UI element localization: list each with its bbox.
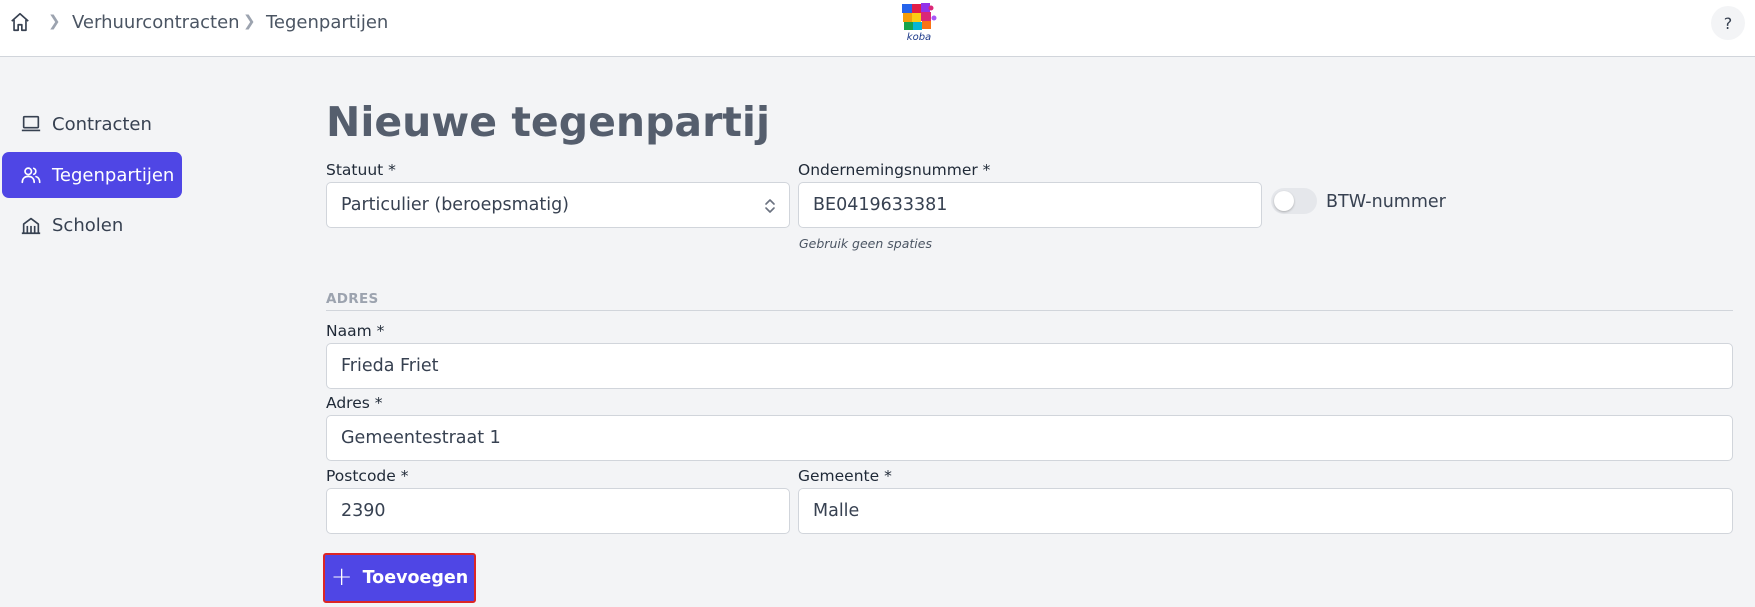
btw-toggle[interactable] [1271, 188, 1317, 214]
adres-value: Gemeentestraat 1 [341, 428, 501, 448]
top-bar: ❯ Verhuurcontracten ❯ Tegenpartijen koba… [0, 0, 1755, 57]
computer-icon [21, 115, 41, 132]
toevoegen-button[interactable]: + Toevoegen [323, 553, 476, 603]
postcode-label: Postcode * [326, 467, 409, 485]
postcode-input[interactable]: 2390 [326, 488, 790, 534]
btw-toggle-label: BTW-nummer [1326, 192, 1446, 212]
sidebar-item-tegenpartijen[interactable]: Tegenpartijen [2, 152, 182, 198]
adres-label: Adres * [326, 394, 383, 412]
postcode-value: 2390 [341, 501, 386, 521]
chevron-right-icon: ❯ [48, 12, 61, 30]
statuut-value: Particulier (beroepsmatig) [341, 195, 570, 215]
sidebar-item-label: Scholen [52, 214, 124, 236]
adres-input[interactable]: Gemeentestraat 1 [326, 415, 1733, 461]
toggle-knob [1274, 191, 1294, 211]
home-icon[interactable] [8, 10, 32, 34]
gemeente-value: Malle [813, 501, 860, 521]
plus-icon: + [330, 561, 353, 592]
help-label: ? [1723, 13, 1733, 33]
users-icon [21, 167, 41, 184]
sidebar-item-scholen[interactable]: Scholen [2, 202, 182, 248]
sidebar-item-label: Contracten [52, 113, 152, 135]
chevron-up-down-icon [765, 199, 775, 213]
section-heading-adres: ADRES [326, 291, 379, 307]
naam-value: Frieda Friet [341, 356, 439, 376]
toevoegen-label: Toevoegen [362, 568, 469, 588]
statuut-label: Statuut * [326, 161, 396, 179]
sidebar-item-label: Tegenpartijen [52, 164, 175, 186]
breadcrumb-tegenpartijen[interactable]: Tegenpartijen [266, 12, 388, 33]
statuut-select[interactable]: Particulier (beroepsmatig) [326, 182, 790, 228]
naam-label: Naam * [326, 322, 385, 340]
ondernemingsnummer-label: Ondernemingsnummer * [798, 161, 991, 179]
sidebar-item-contracten[interactable]: Contracten [2, 101, 182, 147]
ondernemingsnummer-value: BE0419633381 [813, 195, 948, 215]
gemeente-label: Gemeente * [798, 467, 892, 485]
chevron-right-icon: ❯ [243, 12, 256, 30]
breadcrumb-verhuurcontracten[interactable]: Verhuurcontracten [72, 12, 240, 33]
page-title: Nieuwe tegenpartij [326, 98, 771, 146]
logo-text: koba [906, 32, 932, 43]
ondernemingsnummer-input[interactable]: BE0419633381 [798, 182, 1262, 228]
building-icon [21, 217, 41, 235]
koba-logo: koba [900, 2, 938, 43]
section-divider [326, 310, 1733, 311]
gemeente-input[interactable]: Malle [798, 488, 1733, 534]
ondernemingsnummer-hint: Gebruik geen spaties [799, 236, 932, 251]
naam-input[interactable]: Frieda Friet [326, 343, 1733, 389]
help-button[interactable]: ? [1711, 6, 1745, 40]
